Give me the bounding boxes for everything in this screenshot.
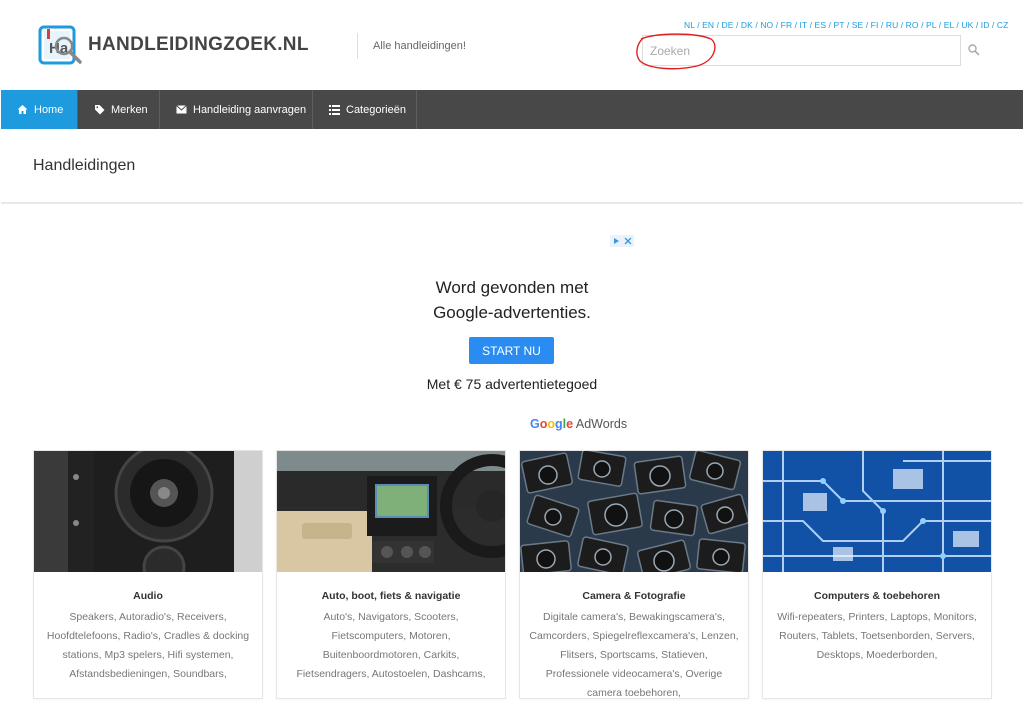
google-logo: Google — [530, 417, 574, 431]
envelope-icon — [176, 105, 187, 114]
category-subcategories[interactable]: Digitale camera's, Bewakingscamera's, Ca… — [528, 608, 740, 703]
page-title: Handleidingen — [33, 157, 136, 174]
nav-item-categorieen[interactable]: Categorieën — [313, 90, 417, 129]
ad-headline-2: Google-advertenties. — [433, 303, 591, 322]
category-title[interactable]: Auto, boot, fiets & navigatie — [277, 590, 505, 602]
category-card-auto[interactable]: Auto, boot, fiets & navigatie Auto's, Na… — [277, 451, 505, 698]
main-navigation: Home Merken Handleiding aanvragen Catego… — [1, 90, 1023, 129]
site-name[interactable]: HANDLEIDINGZOEK.NL — [88, 34, 309, 56]
site-header: Ha HANDLEIDINGZOEK.NL Alle handleidingen… — [0, 0, 1024, 90]
ad-headline-1: Word gevonden met — [435, 278, 589, 297]
tag-icon — [95, 105, 105, 115]
search-input[interactable] — [643, 36, 960, 65]
nav-item-label: Home — [34, 103, 64, 116]
audio-speaker-image[interactable] — [34, 451, 262, 572]
category-card-computers[interactable]: Computers & toebehoren Wifi-repeaters, P… — [763, 451, 991, 698]
ad-start-button[interactable]: START NU — [469, 337, 554, 364]
category-title[interactable]: Camera & Fotografie — [520, 590, 748, 602]
category-title[interactable]: Audio — [34, 590, 262, 602]
cameras-collage-image[interactable] — [520, 451, 748, 572]
page-title-band — [1, 129, 1023, 204]
category-title[interactable]: Computers & toebehoren — [763, 590, 991, 602]
category-card-audio[interactable]: Audio Speakers, Autoradio's, Receivers, … — [34, 451, 262, 698]
nav-item-merken[interactable]: Merken — [78, 90, 160, 129]
site-logo-icon[interactable]: Ha — [38, 24, 84, 68]
nav-item-label: Handleiding aanvragen — [193, 103, 307, 116]
search-box — [642, 35, 961, 66]
language-links[interactable]: NL / EN / DE / DK / NO / FR / IT / ES / … — [684, 20, 1008, 30]
nav-item-handleiding-aanvragen[interactable]: Handleiding aanvragen — [160, 90, 313, 129]
ad-credit-text: Met € 75 advertentietegoed — [426, 376, 598, 392]
adwords-label: AdWords — [575, 417, 628, 431]
category-card-camera[interactable]: Camera & Fotografie Digitale camera's, B… — [520, 451, 748, 699]
category-subcategories[interactable]: Wifi-repeaters, Printers, Laptops, Monit… — [771, 608, 983, 665]
list-icon — [329, 104, 340, 115]
ad-brand: Google AdWords — [530, 417, 627, 431]
nav-item-label: Categorieën — [346, 103, 406, 116]
category-subcategories[interactable]: Speakers, Autoradio's, Receivers, Hoofdt… — [42, 608, 254, 684]
car-dashboard-image[interactable] — [277, 451, 505, 572]
header-divider — [357, 33, 358, 59]
category-subcategories[interactable]: Auto's, Navigators, Scooters, Fietscompu… — [285, 608, 497, 684]
circuit-board-image[interactable] — [763, 451, 991, 572]
search-icon[interactable] — [967, 43, 981, 57]
nav-item-label: Merken — [111, 103, 148, 116]
nav-item-home[interactable]: Home — [1, 90, 78, 129]
adchoices-icon[interactable] — [610, 235, 634, 247]
home-icon — [17, 105, 28, 114]
site-tagline: Alle handleidingen! — [373, 40, 466, 52]
